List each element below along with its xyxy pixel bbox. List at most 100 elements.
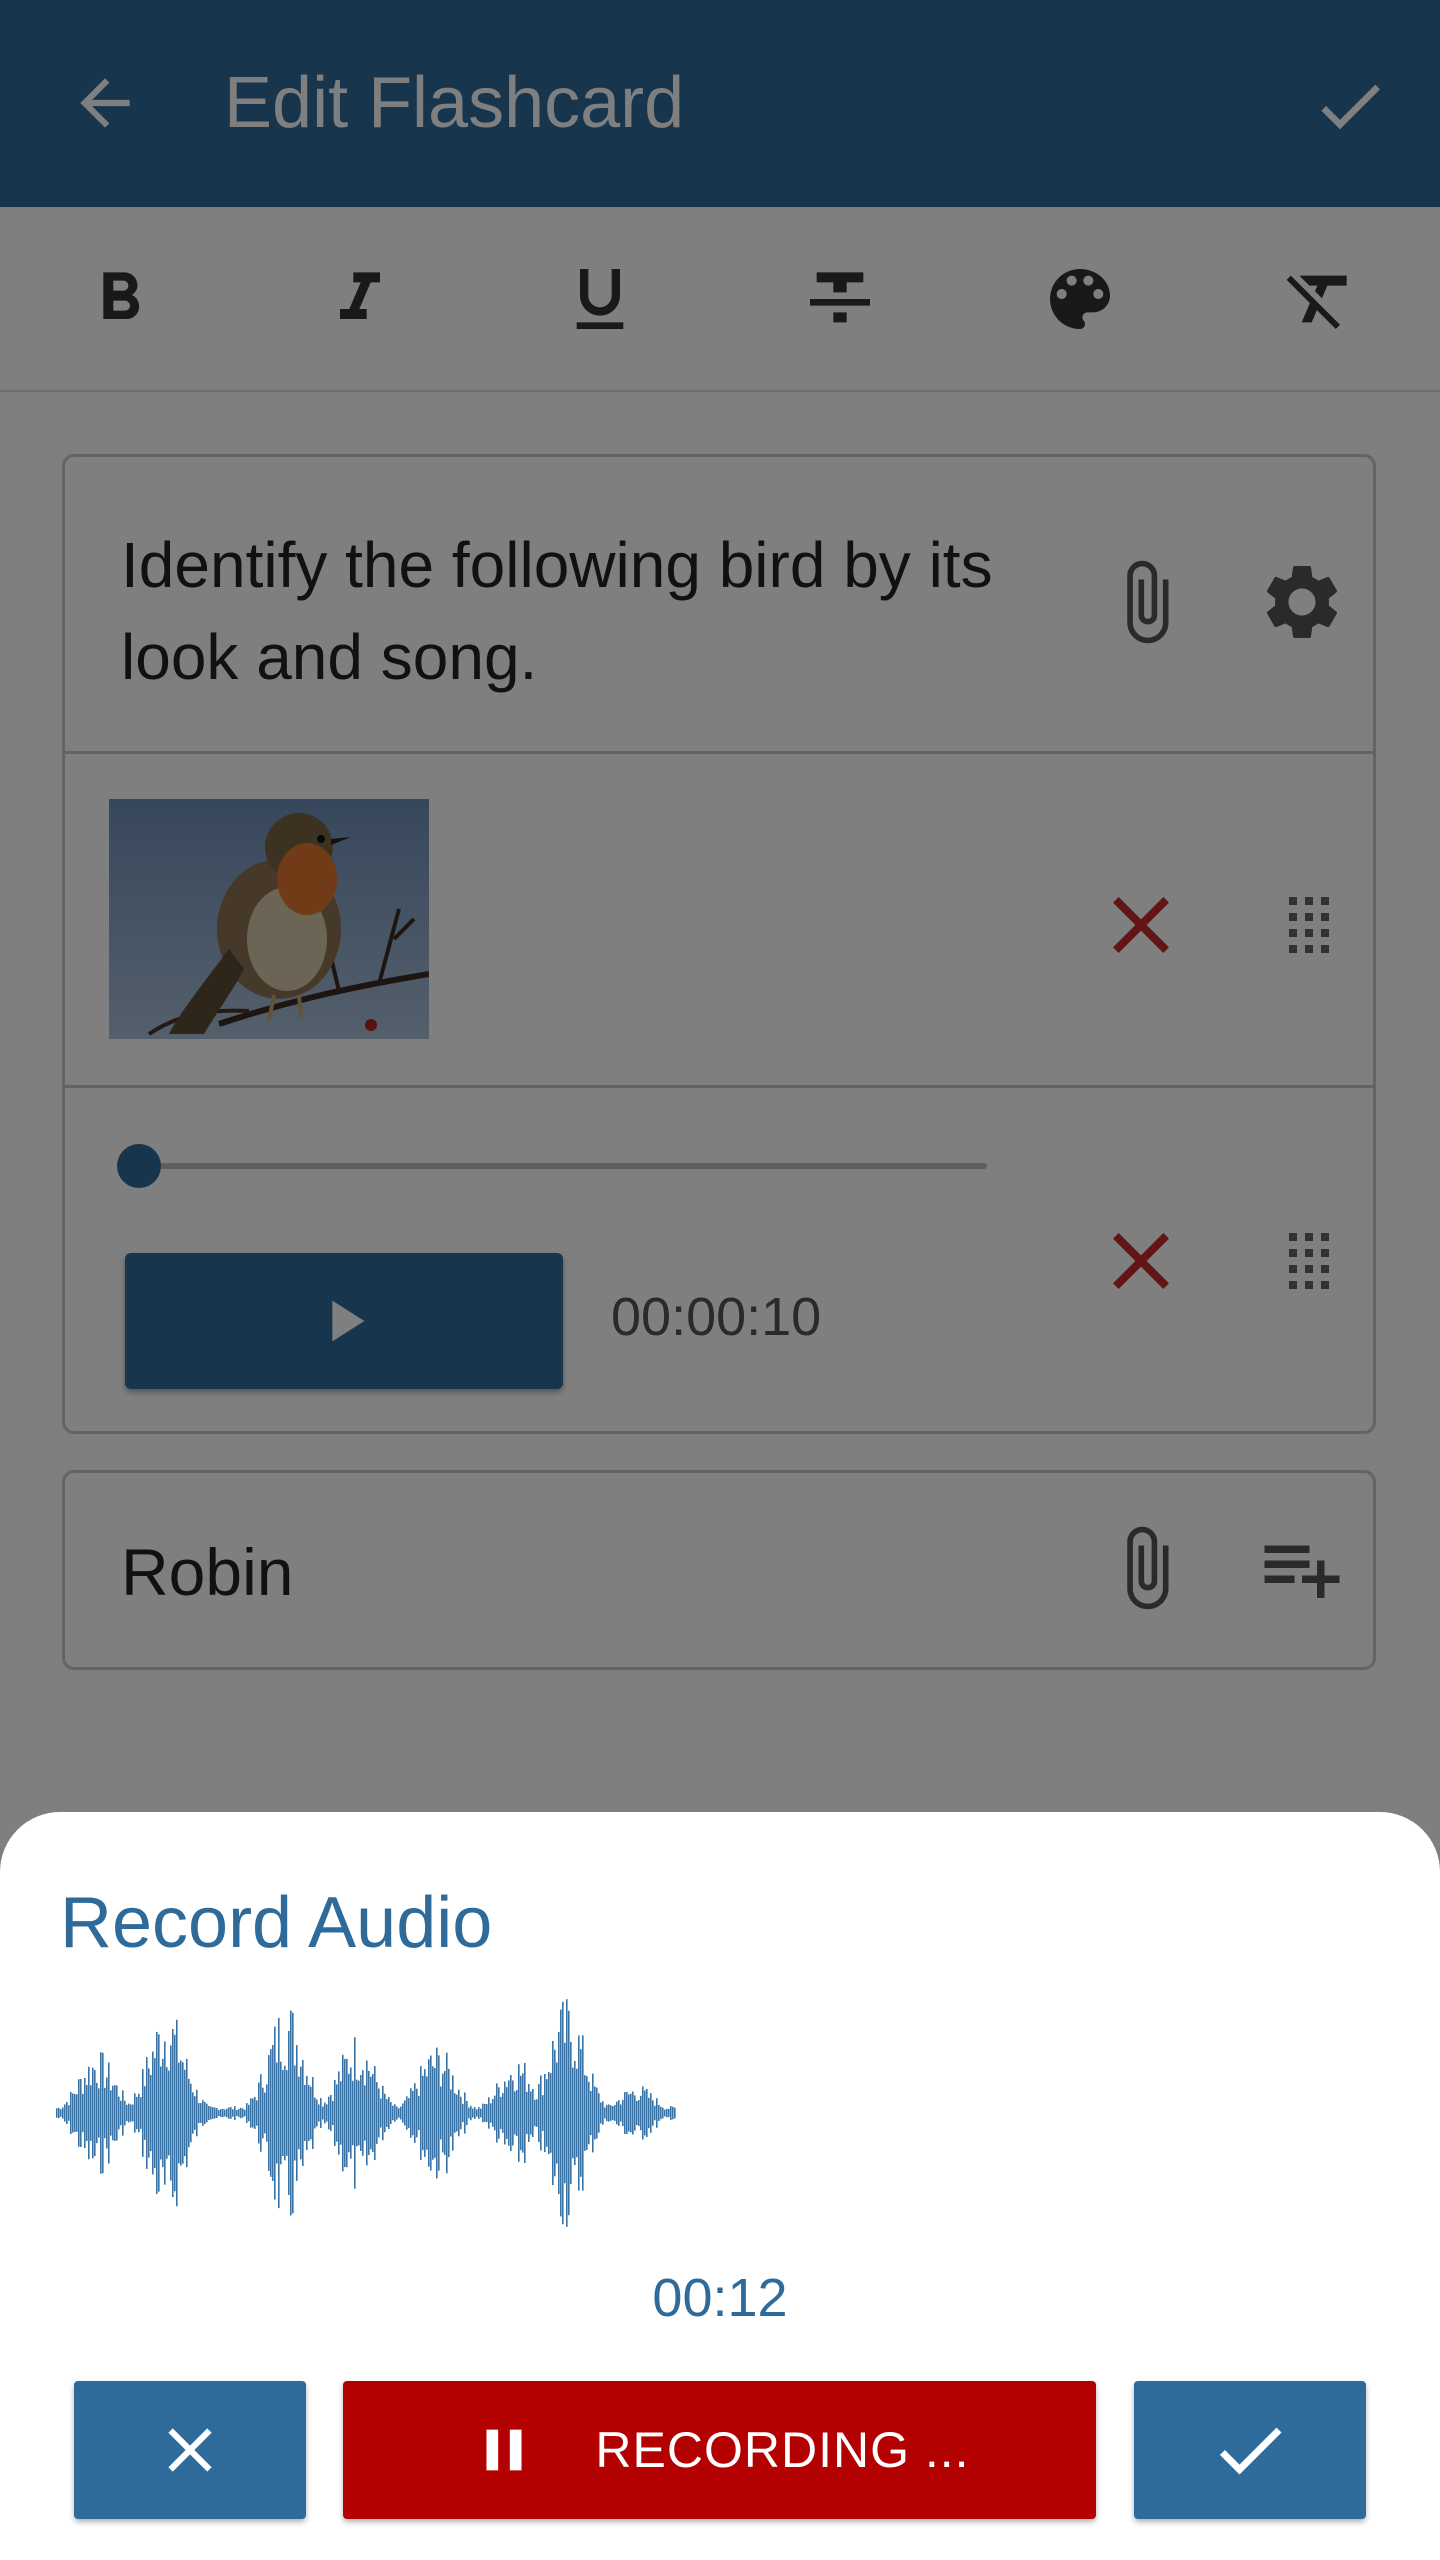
waveform-bar bbox=[292, 2012, 294, 2214]
waveform-bar bbox=[440, 2086, 442, 2140]
waveform-bar bbox=[260, 2074, 262, 2152]
waveform-bar bbox=[556, 2062, 558, 2164]
waveform-bar bbox=[372, 2073, 374, 2153]
waveform-bar bbox=[420, 2066, 422, 2160]
waveform-bar bbox=[234, 2106, 236, 2120]
waveform-bar bbox=[228, 2107, 230, 2119]
waveform-bar bbox=[118, 2096, 120, 2130]
waveform-bar bbox=[168, 2070, 170, 2156]
waveform-bar bbox=[422, 2075, 424, 2151]
waveform-bar bbox=[482, 2103, 484, 2123]
waveform-bar bbox=[88, 2066, 90, 2160]
pause-recording-button[interactable]: RECORDING ... bbox=[343, 2381, 1096, 2519]
waveform-bar bbox=[498, 2087, 500, 2139]
waveform-bar bbox=[184, 2069, 186, 2157]
waveform-bar bbox=[180, 2060, 182, 2166]
waveform-bar bbox=[210, 2106, 212, 2120]
waveform-bar bbox=[326, 2104, 328, 2122]
waveform-bar bbox=[140, 2097, 142, 2129]
waveform-bar bbox=[500, 2096, 502, 2130]
waveform-bar bbox=[174, 2034, 176, 2192]
waveform-bar bbox=[336, 2084, 338, 2142]
waveform-bar bbox=[176, 2019, 178, 2207]
waveform-bar bbox=[396, 2106, 398, 2120]
waveform-bar bbox=[96, 2082, 98, 2144]
waveform-bar bbox=[384, 2093, 386, 2133]
recording-label: RECORDING ... bbox=[595, 2422, 970, 2478]
waveform-bar bbox=[660, 2106, 662, 2120]
waveform-bar bbox=[110, 2090, 112, 2136]
waveform-bar bbox=[594, 2086, 596, 2140]
waveform-bar bbox=[478, 2107, 480, 2119]
cancel-recording-button[interactable] bbox=[74, 2381, 306, 2519]
waveform-bar bbox=[82, 2093, 84, 2133]
waveform-bar bbox=[470, 2105, 472, 2121]
waveform-bar bbox=[652, 2100, 654, 2126]
waveform-bar bbox=[108, 2062, 110, 2164]
waveform-bar bbox=[546, 2079, 548, 2147]
waveform-bar bbox=[542, 2095, 544, 2131]
waveform-bar bbox=[382, 2085, 384, 2141]
waveform-bar bbox=[656, 2098, 658, 2128]
waveform-bar bbox=[196, 2089, 198, 2137]
waveform-bar bbox=[308, 2085, 310, 2141]
confirm-recording-button[interactable] bbox=[1134, 2381, 1366, 2519]
waveform-bar bbox=[340, 2081, 342, 2145]
waveform-bar bbox=[402, 2103, 404, 2123]
waveform-bar bbox=[512, 2080, 514, 2146]
waveform-bar bbox=[66, 2102, 68, 2124]
waveform-bar bbox=[430, 2055, 432, 2171]
waveform-bar bbox=[200, 2103, 202, 2123]
waveform-bar bbox=[432, 2066, 434, 2160]
waveform-bar bbox=[334, 2080, 336, 2146]
waveform-bar bbox=[674, 2107, 676, 2119]
waveform-bar bbox=[476, 2109, 478, 2117]
waveform-bar bbox=[502, 2093, 504, 2133]
waveform-bar bbox=[662, 2107, 664, 2119]
waveform-bar bbox=[222, 2108, 224, 2118]
waveform-bar bbox=[366, 2060, 368, 2166]
waveform-bar bbox=[332, 2100, 334, 2126]
waveform-bar bbox=[114, 2085, 116, 2141]
waveform-bar bbox=[650, 2093, 652, 2133]
waveform-bar bbox=[494, 2095, 496, 2131]
waveform-bar bbox=[394, 2104, 396, 2122]
waveform-bar bbox=[98, 2088, 100, 2138]
waveform-bar bbox=[344, 2059, 346, 2167]
waveform-bar bbox=[362, 2070, 364, 2156]
waveform-bar bbox=[664, 2109, 666, 2117]
waveform-bar bbox=[668, 2108, 670, 2118]
waveform-bar bbox=[254, 2097, 256, 2129]
waveform-bar bbox=[78, 2079, 80, 2147]
waveform-bar bbox=[276, 2062, 278, 2164]
waveform-bar bbox=[548, 2071, 550, 2155]
waveform-bar bbox=[286, 2070, 288, 2156]
waveform-bar bbox=[458, 2089, 460, 2137]
waveform-bar bbox=[312, 2077, 314, 2149]
waveform-bar bbox=[220, 2109, 222, 2117]
waveform-bar bbox=[236, 2110, 238, 2116]
waveform-bar bbox=[132, 2104, 134, 2122]
waveform-bar bbox=[584, 2075, 586, 2151]
waveform-bar bbox=[434, 2068, 436, 2158]
waveform-bar bbox=[322, 2106, 324, 2120]
waveform-bar bbox=[654, 2105, 656, 2121]
waveform-bar bbox=[188, 2078, 190, 2148]
waveform-bar bbox=[416, 2088, 418, 2138]
waveform-bar bbox=[294, 2065, 296, 2161]
waveform-bar bbox=[104, 2087, 106, 2139]
waveform-bar bbox=[224, 2109, 226, 2117]
waveform-bar bbox=[288, 2031, 290, 2195]
waveform-bar bbox=[160, 2066, 162, 2160]
waveform-bar bbox=[358, 2080, 360, 2146]
waveform-bar bbox=[86, 2085, 88, 2141]
waveform-bar bbox=[262, 2087, 264, 2139]
waveform-bar bbox=[408, 2098, 410, 2128]
waveform-bar bbox=[620, 2104, 622, 2122]
waveform-bar bbox=[166, 2067, 168, 2159]
waveform-bar bbox=[130, 2104, 132, 2122]
waveform-bar bbox=[348, 2073, 350, 2153]
waveform-bar bbox=[338, 2071, 340, 2155]
waveform-bar bbox=[388, 2097, 390, 2129]
waveform-bar bbox=[106, 2077, 108, 2149]
